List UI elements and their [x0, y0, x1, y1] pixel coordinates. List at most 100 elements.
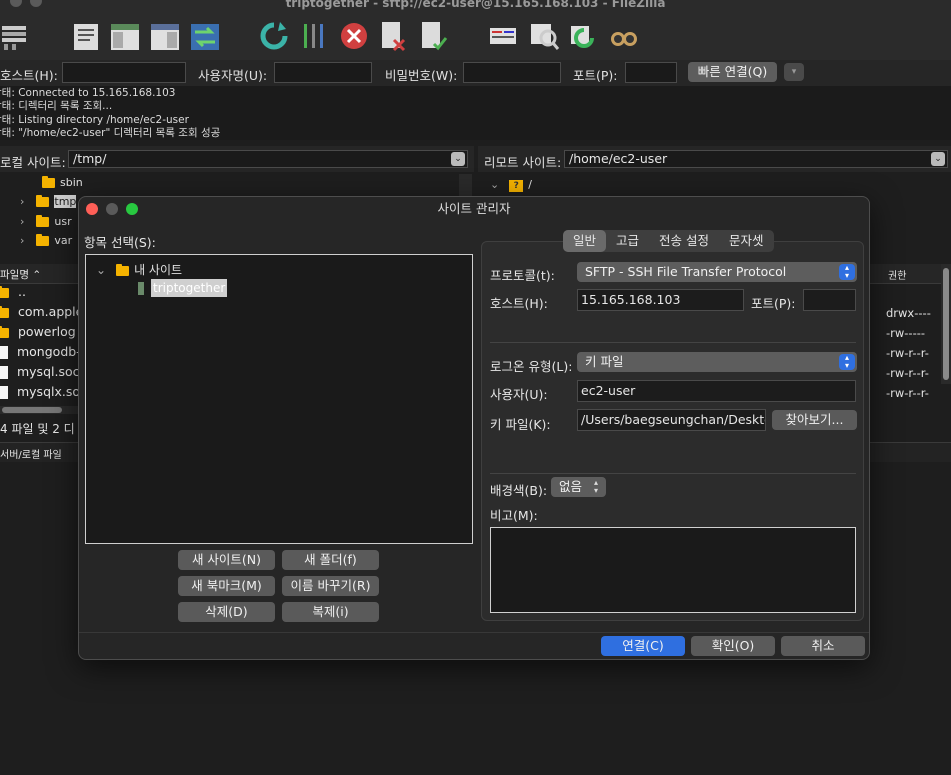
list-item[interactable]: mysqlx.so — [0, 384, 80, 399]
folder-icon — [42, 176, 55, 188]
reconnect-icon[interactable] — [418, 20, 450, 52]
new-folder-button[interactable]: 새 폴더(f) — [282, 550, 379, 570]
list-item[interactable]: .. — [0, 284, 26, 299]
folder-icon — [36, 195, 50, 207]
new-site-button[interactable]: 새 사이트(N) — [178, 550, 275, 570]
tree-item-label: / — [528, 178, 532, 191]
column-permissions[interactable]: 권한 — [888, 267, 906, 282]
rename-button[interactable]: 이름 바꾸기(R) — [282, 576, 379, 596]
search-icon[interactable] — [608, 20, 640, 52]
tab-charset[interactable]: 문자셋 — [719, 230, 774, 252]
tree-item-site[interactable]: triptogether — [138, 279, 228, 297]
chevron-down-icon[interactable]: ⌄ — [451, 152, 465, 166]
port-input[interactable] — [625, 62, 677, 83]
tab-advanced[interactable]: 고급 — [606, 230, 649, 252]
transfer-queue-icon[interactable] — [189, 20, 221, 52]
chevron-down-icon[interactable]: ⌄ — [931, 152, 945, 166]
duplicate-button[interactable]: 복제(i) — [282, 602, 379, 622]
close-icon[interactable] — [86, 203, 98, 215]
keyfile-label: 키 파일(K): — [490, 417, 551, 432]
chevron-right-icon[interactable]: › — [20, 195, 24, 208]
site-manager-icon[interactable] — [0, 20, 32, 52]
title-bar: triptogether - sftp://ec2-user@15.165.16… — [0, 0, 951, 12]
tab-queued-files[interactable]: 서버/로컬 파일 — [0, 446, 62, 461]
folder-icon — [0, 285, 9, 298]
host-input[interactable]: 15.165.168.103 — [577, 289, 744, 311]
file-name: mysqlx.so — [16, 384, 81, 399]
scrollbar[interactable] — [941, 264, 951, 384]
cancel-button[interactable]: 취소 — [781, 636, 865, 656]
refresh-icon[interactable] — [258, 20, 290, 52]
list-item[interactable]: mongodb- — [0, 344, 81, 359]
remote-path-combo[interactable]: /home/ec2-user ⌄ — [564, 150, 948, 168]
list-item[interactable]: com.apple — [0, 304, 83, 319]
log-label: 상태: — [0, 100, 15, 112]
minimize-icon[interactable] — [106, 203, 118, 215]
column-filename[interactable]: 파일명 ⌃ — [0, 267, 41, 282]
tree-item-my-sites[interactable]: ⌄ 내 사이트 — [96, 261, 182, 278]
sort-ascending-icon: ⌃ — [32, 269, 42, 281]
tab-transfer-settings[interactable]: 전송 설정 — [649, 230, 719, 252]
new-bookmark-button[interactable]: 새 북마크(M) — [178, 576, 275, 596]
background-color-select[interactable]: 없음 ▴ ▾ — [551, 477, 606, 497]
chevron-down-icon[interactable]: ⌄ — [490, 178, 499, 191]
tree-item[interactable]: › tmp — [20, 195, 77, 208]
zoom-icon[interactable] — [126, 203, 138, 215]
folder-icon — [36, 234, 50, 246]
password-input[interactable] — [463, 62, 561, 83]
comments-textarea[interactable] — [490, 527, 856, 613]
tree-item-label: 내 사이트 — [134, 263, 183, 277]
connect-button[interactable]: 연결(C) — [601, 636, 685, 656]
keyfile-input[interactable]: /Users/baegseungchan/Deskto — [577, 409, 766, 431]
tree-item[interactable]: ⌄? / — [490, 178, 532, 192]
cancel-icon[interactable] — [338, 20, 370, 52]
directory-listing-filter-icon[interactable] — [487, 20, 519, 52]
ok-button[interactable]: 확인(O) — [691, 636, 775, 656]
tab-general[interactable]: 일반 — [563, 230, 607, 252]
quickconnect-button[interactable]: 빠른 연결(Q) — [688, 62, 777, 82]
logon-type-select[interactable]: 키 파일 ▴ ▾ — [577, 352, 857, 372]
scrollbar-thumb[interactable] — [943, 268, 949, 380]
quickconnect-history-dropdown[interactable]: ▾ — [784, 63, 804, 81]
toggle-remote-tree-icon[interactable] — [149, 20, 181, 52]
tree-item[interactable]: sbin — [42, 176, 83, 189]
toggle-log-icon[interactable] — [70, 20, 102, 52]
tree-item[interactable]: › usr — [20, 215, 72, 228]
compare-icon[interactable] — [528, 20, 560, 52]
log-text: "/home/ec2-user" 디렉터리 목록 조회 성공 — [18, 127, 221, 139]
tree-item-label: triptogether — [151, 279, 228, 297]
permission-cell: -rw-r--r- — [886, 366, 929, 380]
browse-button[interactable]: 찾아보기... — [772, 410, 857, 430]
site-tree: ⌄ 내 사이트 triptogether — [85, 254, 473, 544]
chevron-right-icon[interactable]: › — [20, 234, 24, 247]
window-title: triptogether - sftp://ec2-user@15.165.16… — [285, 0, 666, 10]
host-label: 호스트(H): — [490, 296, 548, 311]
port-label: 포트(P): — [751, 296, 796, 311]
chevron-right-icon[interactable]: › — [20, 215, 24, 228]
file-name: mysql.soc — [16, 364, 80, 379]
user-input[interactable]: ec2-user — [577, 380, 856, 402]
host-input[interactable] — [62, 62, 186, 83]
local-path-combo[interactable]: /tmp/ ⌄ — [68, 150, 468, 168]
port-input[interactable] — [803, 289, 856, 311]
process-queue-icon[interactable] — [299, 20, 331, 52]
disconnect-icon[interactable] — [378, 20, 410, 52]
protocol-select[interactable]: SFTP - SSH File Transfer Protocol ▴ ▾ — [577, 262, 857, 282]
remote-path-value: /home/ec2-user — [569, 151, 668, 166]
username-input[interactable] — [274, 62, 372, 83]
chevron-updown-icon: ▴ ▾ — [839, 354, 855, 370]
scrollbar-thumb[interactable] — [2, 407, 62, 413]
toggle-local-tree-icon[interactable] — [109, 20, 141, 52]
local-site-label: 로컬 사이트: — [0, 155, 66, 170]
tree-item-label: sbin — [60, 176, 83, 189]
protocol-value: SFTP - SSH File Transfer Protocol — [585, 264, 787, 279]
file-icon — [0, 366, 8, 379]
chevron-down-icon[interactable]: ⌄ — [96, 263, 106, 277]
delete-button[interactable]: 삭제(D) — [178, 602, 275, 622]
tree-item[interactable]: › var — [20, 234, 72, 247]
list-item[interactable]: powerlog — [0, 324, 76, 339]
sync-browsing-icon[interactable] — [568, 20, 600, 52]
local-site-bar: 로컬 사이트: /tmp/ ⌄ — [0, 146, 474, 172]
local-path-value: /tmp/ — [73, 151, 107, 166]
list-item[interactable]: mysql.soc — [0, 364, 79, 379]
